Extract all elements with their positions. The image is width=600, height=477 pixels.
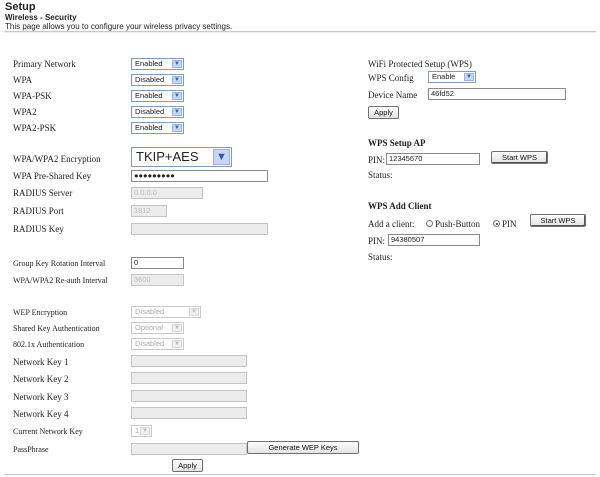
- add-client-start-wps-button[interactable]: Start WPS: [530, 214, 586, 227]
- chevron-down-icon: ▼: [172, 92, 182, 100]
- add-client-pin-label: PIN:: [368, 236, 386, 246]
- shared-key-auth-label: Shared Key Authentication: [13, 324, 100, 333]
- auth-8021x-label: 802.1x Authentication: [13, 340, 85, 349]
- wep-encryption-label: WEP Encryption: [13, 308, 68, 317]
- chevron-down-icon: ▼: [140, 427, 150, 435]
- apply-button[interactable]: Apply: [172, 459, 203, 472]
- wps-add-client-title: WPS Add Client: [368, 201, 432, 211]
- current-network-key-label: Current Network Key: [13, 427, 83, 436]
- network-key-1-input[interactable]: [131, 355, 247, 367]
- chevron-down-icon: ▼: [213, 149, 230, 165]
- pre-shared-key-label: WPA Pre-Shared Key: [13, 171, 92, 181]
- chevron-down-icon: ▼: [172, 324, 182, 332]
- reauth-interval-input[interactable]: 3600: [131, 274, 184, 286]
- network-key-4-label: Network Key 4: [13, 409, 69, 419]
- wep-encryption-select[interactable]: Disabled ▼: [131, 306, 201, 318]
- chevron-down-icon: ▼: [189, 308, 199, 316]
- reauth-interval-label: WPA/WPA2 Re-auth Interval: [13, 276, 108, 285]
- page-header: Setup Wireless - Security This page allo…: [5, 1, 595, 31]
- device-name-input[interactable]: 46fd52: [428, 88, 566, 100]
- setup-ap-start-wps-button[interactable]: Start WPS: [491, 151, 548, 164]
- wpa2-label: WPA2: [13, 107, 37, 117]
- chevron-down-icon: ▼: [172, 340, 182, 348]
- primary-network-select[interactable]: Enabled ▼: [131, 58, 184, 70]
- push-button-radio[interactable]: [426, 220, 433, 227]
- chevron-down-icon: ▼: [464, 73, 474, 81]
- wpa-label: WPA: [13, 75, 33, 85]
- header-divider: [4, 31, 596, 33]
- passphrase-input[interactable]: [131, 443, 247, 455]
- pre-shared-key-input[interactable]: ●●●●●●●●●: [131, 170, 268, 182]
- pin-option-label: PIN: [502, 219, 517, 229]
- radius-server-label: RADIUS Server: [13, 188, 73, 198]
- radius-port-input[interactable]: 1812: [131, 205, 167, 217]
- wps-config-label: WPS Config: [368, 73, 414, 83]
- network-key-3-label: Network Key 3: [13, 392, 69, 402]
- add-client-pin-input[interactable]: 94380507: [388, 234, 480, 246]
- setup-ap-status-label: Status:: [368, 170, 393, 180]
- encryption-label: WPA/WPA2 Encryption: [13, 154, 101, 164]
- wpa2-psk-label: WPA2-PSK: [13, 123, 57, 133]
- encryption-select[interactable]: TKIP+AES ▼: [131, 147, 232, 167]
- passphrase-label: PassPhrase: [13, 445, 49, 454]
- network-key-1-label: Network Key 1: [13, 357, 69, 367]
- network-key-3-input[interactable]: [131, 390, 247, 402]
- wpa-psk-select[interactable]: Enabled ▼: [131, 90, 184, 102]
- footer-divider: [4, 474, 596, 475]
- add-client-label: Add a client:: [368, 219, 415, 229]
- radius-key-input[interactable]: [131, 223, 268, 235]
- setup-ap-pin-label: PIN:: [368, 155, 386, 165]
- add-client-status-label: Status:: [368, 252, 393, 262]
- generate-wep-keys-button[interactable]: Generate WEP Keys: [247, 441, 359, 454]
- auth-8021x-select[interactable]: Disabled ▼: [131, 338, 184, 350]
- shared-key-auth-select[interactable]: Optional ▼: [131, 322, 184, 334]
- network-key-2-input[interactable]: [131, 372, 247, 384]
- network-key-4-input[interactable]: [131, 407, 247, 419]
- wpa2-select[interactable]: Disabled ▼: [131, 106, 184, 118]
- chevron-down-icon: ▼: [172, 76, 182, 84]
- wps-apply-button[interactable]: Apply: [368, 106, 399, 119]
- setup-ap-pin-input[interactable]: 12345670: [386, 153, 480, 165]
- wps-section-title: WiFi Protected Setup (WPS): [368, 59, 472, 69]
- group-key-interval-input[interactable]: 0: [131, 257, 184, 269]
- chevron-down-icon: ▼: [172, 108, 182, 116]
- radius-server-input[interactable]: 0.0.0.0: [131, 187, 203, 199]
- pin-radio[interactable]: [493, 220, 500, 227]
- chevron-down-icon: ▼: [172, 124, 182, 132]
- wpa-select[interactable]: Disabled ▼: [131, 74, 184, 86]
- chevron-down-icon: ▼: [172, 60, 182, 68]
- wpa2-psk-select[interactable]: Enabled ▼: [131, 122, 184, 134]
- radius-key-label: RADIUS Key: [13, 224, 64, 234]
- page-title: Setup: [5, 1, 36, 13]
- page-subtitle: Wireless - Security: [5, 13, 77, 22]
- network-key-2-label: Network Key 2: [13, 374, 69, 384]
- page-description: This page allows you to configure your w…: [5, 22, 233, 31]
- device-name-label: Device Name: [368, 90, 418, 100]
- primary-network-label: Primary Network: [13, 59, 76, 69]
- wps-config-select[interactable]: Enable ▼: [428, 71, 476, 83]
- current-network-key-select[interactable]: 1 ▼: [131, 425, 152, 437]
- wpa-psk-label: WPA-PSK: [13, 91, 52, 101]
- push-button-label: Push-Button: [435, 219, 481, 229]
- group-key-interval-label: Group Key Rotation Interval: [13, 259, 106, 268]
- wps-setup-ap-title: WPS Setup AP: [368, 138, 426, 148]
- radius-port-label: RADIUS Port: [13, 206, 64, 216]
